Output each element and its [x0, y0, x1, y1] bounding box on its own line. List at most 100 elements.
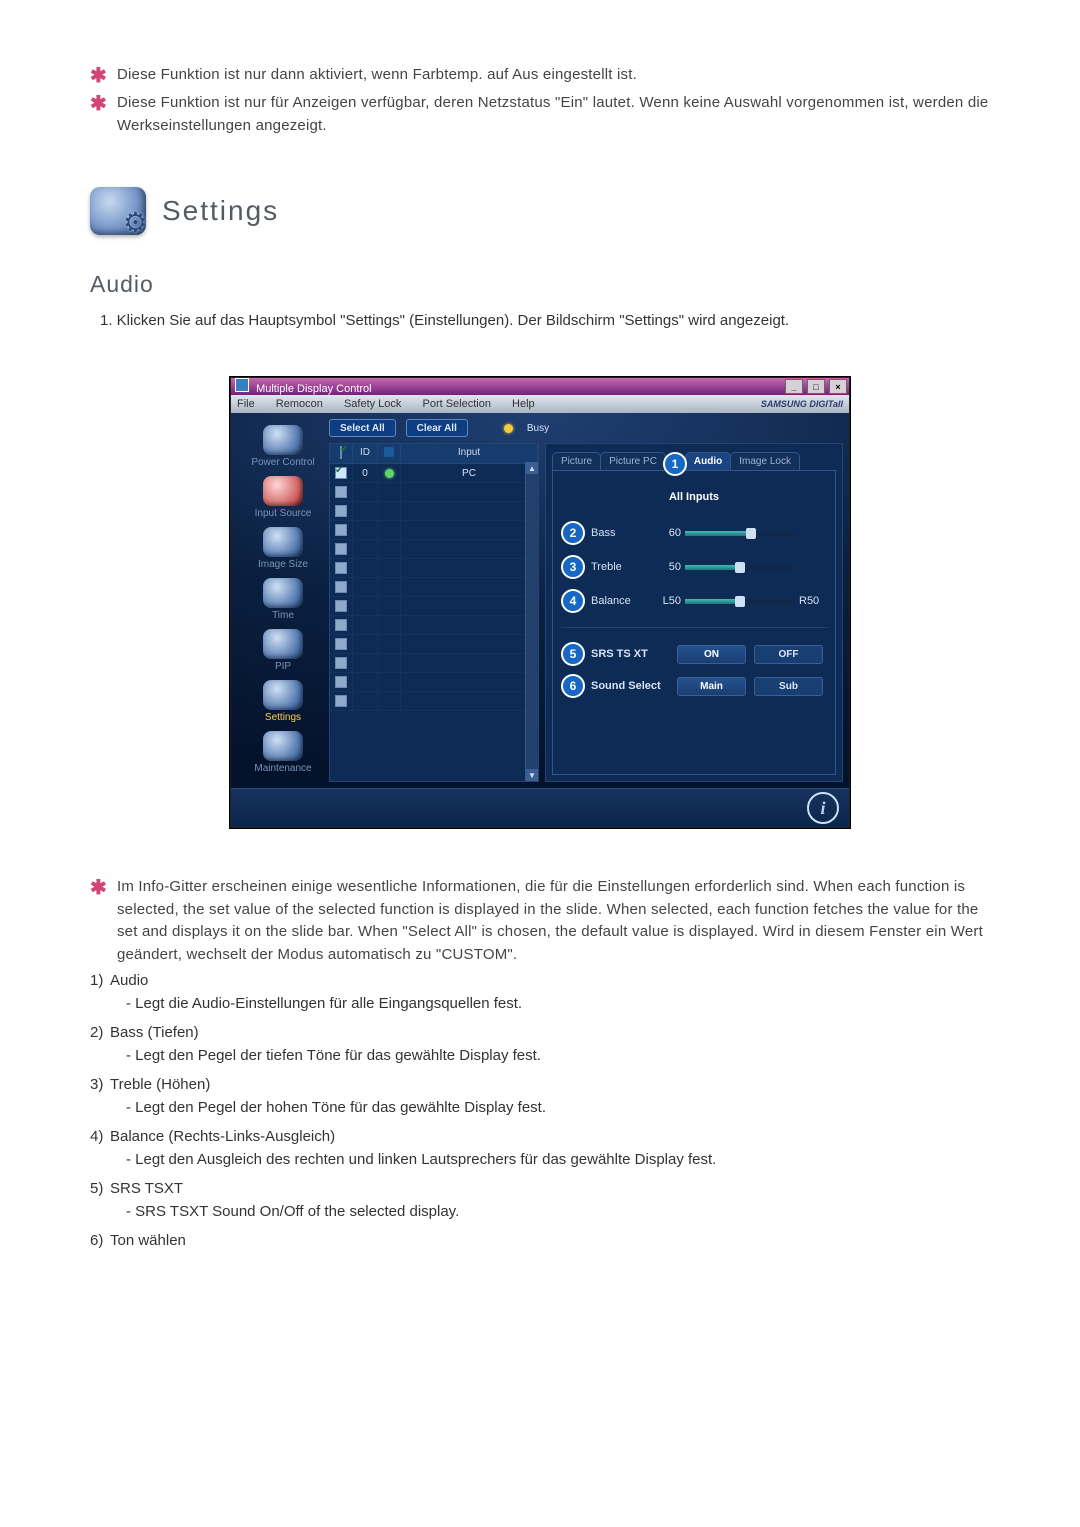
sound-select-label: Sound Select: [591, 680, 673, 692]
sidebar-item-input-source[interactable]: Input Source: [237, 476, 329, 519]
treble-value: 50: [653, 561, 681, 573]
srs-label: SRS TS XT: [591, 648, 673, 660]
tab-picture[interactable]: Picture: [552, 452, 601, 470]
marker-1: 1: [663, 452, 687, 476]
list-item-sub: - SRS TSXT Sound On/Off of the selected …: [126, 1203, 990, 1220]
app-window: Multiple Display Control _ □ × File Remo…: [230, 377, 850, 828]
sound-sub-button[interactable]: Sub: [754, 677, 823, 696]
sidebar-item-time[interactable]: Time: [237, 578, 329, 621]
srs-off-button[interactable]: OFF: [754, 645, 823, 664]
sidebar-item-maintenance[interactable]: Maintenance: [237, 731, 329, 774]
row-checkbox[interactable]: [335, 505, 347, 517]
window-buttons: _ □ ×: [784, 379, 847, 394]
status-header-icon: [384, 447, 394, 457]
treble-slider[interactable]: [685, 565, 795, 570]
marker-4: 4: [561, 589, 585, 613]
list-item: 6)Ton wählen: [90, 1232, 990, 1249]
image-size-icon: [263, 527, 303, 557]
grid-h-check: [330, 444, 353, 463]
tab-image-lock[interactable]: Image Lock: [730, 452, 800, 470]
balance-right: R50: [799, 595, 827, 607]
tab-content: All Inputs 2 Bass 60 3: [552, 470, 836, 775]
document-page: ✱ Diese Funktion ist nur dann aktiviert,…: [0, 0, 1080, 1315]
menu-file[interactable]: File: [237, 398, 255, 410]
menu-remocon[interactable]: Remocon: [276, 398, 323, 410]
busy-label: Busy: [527, 423, 549, 434]
sidebar-item-settings[interactable]: Settings: [237, 680, 329, 723]
row-checkbox[interactable]: [335, 600, 347, 612]
sidebar-item-pip[interactable]: PIP: [237, 629, 329, 672]
row-id: 0: [353, 464, 378, 482]
grid-scrollbar[interactable]: ▲ ▼: [525, 462, 538, 781]
settings-heading-row: Settings: [90, 187, 990, 235]
top-note-2: ✱ Diese Funktion ist nur für Anzeigen ve…: [90, 92, 990, 137]
list-item: 1)Audio: [90, 972, 990, 989]
main-area: Select All Clear All Busy ID Inpu: [329, 419, 843, 782]
row-checkbox[interactable]: [335, 524, 347, 536]
list-item-sub: - Legt die Audio-Einstellungen für alle …: [126, 995, 990, 1012]
numbered-list: 1)Audio - Legt die Audio-Einstellungen f…: [90, 972, 990, 1249]
info-icon[interactable]: i: [807, 792, 839, 824]
all-inputs-label: All Inputs: [561, 491, 827, 503]
checkbox-icon: [340, 446, 342, 459]
list-item: 4)Balance (Rechts-Links-Ausgleich): [90, 1128, 990, 1145]
select-all-button[interactable]: Select All: [329, 419, 396, 437]
bass-slider[interactable]: [685, 531, 795, 536]
tab-audio[interactable]: Audio: [685, 452, 731, 470]
marker-2: 2: [561, 521, 585, 545]
input-source-icon: [263, 476, 303, 506]
tab-picture-pc[interactable]: Picture PC: [600, 452, 666, 470]
settings-cube-icon: [90, 187, 146, 235]
time-icon: [263, 578, 303, 608]
note-text: Diese Funktion ist nur dann aktiviert, w…: [117, 64, 637, 87]
srs-on-button[interactable]: ON: [677, 645, 746, 664]
row-checkbox[interactable]: [335, 676, 347, 688]
row-checkbox[interactable]: [335, 638, 347, 650]
clear-all-button[interactable]: Clear All: [406, 419, 468, 437]
menu-help[interactable]: Help: [512, 398, 535, 410]
sound-select-row: 6 Sound Select Main Sub: [561, 674, 827, 698]
row-checkbox[interactable]: [335, 562, 347, 574]
list-item-sub: - Legt den Pegel der tiefen Töne für das…: [126, 1047, 990, 1064]
grid-h-status: [378, 444, 401, 463]
status-dot-icon: [385, 469, 394, 478]
row-checkbox[interactable]: [335, 543, 347, 555]
settings-icon: [263, 680, 303, 710]
menus: File Remocon Safety Lock Port Selection …: [237, 398, 553, 410]
grid-row[interactable]: 0 PC: [330, 464, 538, 483]
balance-label: Balance: [591, 595, 653, 607]
sound-main-button[interactable]: Main: [677, 677, 746, 696]
step-1: 1. Klicken Sie auf das Hauptsymbol "Sett…: [100, 312, 990, 329]
row-checkbox[interactable]: [335, 486, 347, 498]
mid-note: ✱ Im Info-Gitter erscheinen einige wesen…: [90, 876, 990, 966]
scroll-down-icon[interactable]: ▼: [526, 769, 538, 781]
row-checkbox[interactable]: [335, 467, 347, 479]
menu-safety-lock[interactable]: Safety Lock: [344, 398, 401, 410]
row-checkbox[interactable]: [335, 619, 347, 631]
sidebar-item-power[interactable]: Power Control: [237, 425, 329, 468]
minimize-button[interactable]: _: [785, 379, 803, 394]
row-checkbox[interactable]: [335, 695, 347, 707]
power-icon: [263, 425, 303, 455]
row-input: PC: [401, 464, 538, 482]
sidebar: Power Control Input Source Image Size Ti…: [237, 419, 329, 782]
scroll-up-icon[interactable]: ▲: [526, 462, 538, 474]
row-checkbox[interactable]: [335, 657, 347, 669]
treble-row: 3 Treble 50: [561, 555, 827, 579]
row-checkbox[interactable]: [335, 581, 347, 593]
tabs: Picture Picture PC 1 Audio Image Lock: [552, 450, 836, 470]
star-icon: ✱: [90, 92, 107, 116]
star-icon: ✱: [90, 876, 107, 900]
menubar: File Remocon Safety Lock Port Selection …: [231, 395, 849, 413]
sidebar-item-image-size[interactable]: Image Size: [237, 527, 329, 570]
grid-h-id: ID: [353, 444, 378, 463]
balance-slider[interactable]: [685, 599, 795, 604]
menu-port-selection[interactable]: Port Selection: [422, 398, 490, 410]
note-text: Im Info-Gitter erscheinen einige wesentl…: [117, 876, 990, 966]
window-title: Multiple Display Control: [256, 383, 372, 395]
marker-5: 5: [561, 642, 585, 666]
grid-h-input: Input: [401, 444, 538, 463]
display-grid: ID Input 0 PC: [329, 443, 539, 782]
close-button[interactable]: ×: [829, 379, 847, 394]
maximize-button[interactable]: □: [807, 379, 825, 394]
